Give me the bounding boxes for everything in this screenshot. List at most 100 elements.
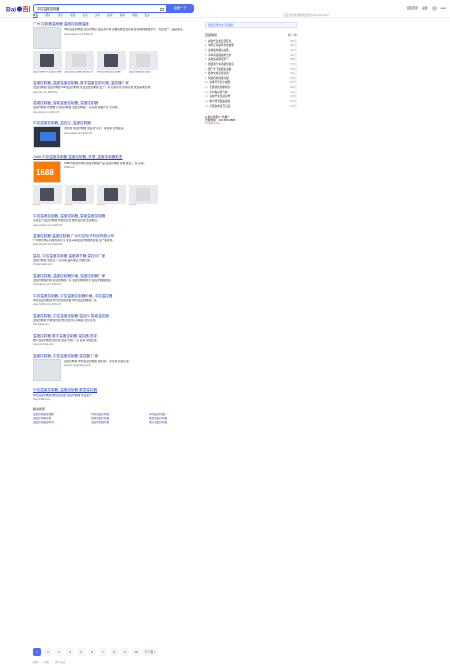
result-title[interactable]: 温度控制器_智能温度控制器_温度控制器 bbox=[33, 101, 203, 105]
hot-search-item[interactable]: 1 两会代表委员话民生 485万 bbox=[205, 40, 297, 43]
hot-search-item[interactable]: 9 科技创新成果亮眼 305万 bbox=[205, 77, 297, 80]
page-5[interactable]: 5 bbox=[77, 648, 85, 656]
result-url[interactable]: www.hc360.com 2022-03 bbox=[33, 303, 203, 306]
result-url[interactable]: b2b.baidu.com bbox=[33, 323, 203, 326]
hot-title[interactable]: 多地迎来降温天气 bbox=[208, 58, 229, 61]
product-card[interactable]: 数显温度控制器 智能温控仪 bbox=[65, 51, 94, 73]
hot-search-item[interactable]: 2 中国空间站开启新篇章 467万 bbox=[205, 44, 297, 47]
result-url[interactable]: www.youkey.com 2022-11 bbox=[64, 33, 185, 36]
product-image[interactable] bbox=[97, 184, 126, 204]
ad-link[interactable]: e.baidu.com bbox=[205, 122, 297, 125]
product-image[interactable] bbox=[65, 51, 94, 71]
product-image[interactable] bbox=[33, 51, 62, 71]
result-title[interactable]: 温度控制器_中控温度控制器 温控仪 智能温控器 bbox=[33, 314, 203, 318]
result-url[interactable]: 1688.com bbox=[64, 166, 146, 169]
related-item[interactable]: 数显温度控制器 bbox=[149, 417, 203, 420]
product-card[interactable]: ¥45.00 bbox=[129, 184, 158, 207]
page-1[interactable]: 1 bbox=[33, 648, 41, 656]
hot-search-item[interactable]: 13 高校毕业生就业季 225万 bbox=[205, 95, 297, 98]
page-9[interactable]: 9 bbox=[121, 648, 129, 656]
hot-title[interactable]: 高校毕业生就业季 bbox=[209, 95, 230, 98]
page-2[interactable]: 2 bbox=[44, 648, 52, 656]
result-title[interactable]: 广州 控制器温度器 温度控制器温度 bbox=[33, 22, 203, 26]
tab-web[interactable]: 网页 bbox=[33, 14, 39, 19]
baidu-logo[interactable]: Bai 百度 bbox=[6, 5, 36, 14]
hot-title[interactable]: 两会代表委员话民生 bbox=[208, 40, 231, 43]
hot-title[interactable]: 全国多地花开正盛 bbox=[209, 105, 230, 108]
search-box[interactable]: 中控温度控制器 bbox=[33, 4, 166, 13]
result-thumbnail-1688[interactable]: 1688 bbox=[33, 160, 61, 183]
refresh-button[interactable]: 换一换 bbox=[288, 33, 297, 38]
page-8[interactable]: 8 bbox=[110, 648, 118, 656]
tab-map[interactable]: 地图 bbox=[132, 14, 137, 18]
camera-icon[interactable] bbox=[160, 7, 164, 11]
product-label[interactable]: 温度控制器 温控仪表 bbox=[129, 71, 158, 74]
hot-search-item[interactable]: 3 多地发布暖心政策 442万 bbox=[205, 49, 297, 52]
hot-title[interactable]: 国产大飞机最新进展 bbox=[208, 68, 231, 71]
result-title[interactable]: 温度控制器_温度控制器价格_温度控制器厂家 bbox=[33, 274, 203, 278]
footer-help[interactable]: 帮助 bbox=[33, 661, 38, 664]
hot-search-item[interactable]: 5 多地迎来降温天气 398万 bbox=[205, 58, 297, 61]
result-title[interactable]: 中控温度控制器_温度控制器 数显温控器 bbox=[33, 388, 203, 392]
page-10[interactable]: 10 bbox=[132, 648, 140, 656]
hot-title[interactable]: 全民健身热潮持续 bbox=[209, 86, 230, 89]
hot-search-item[interactable]: 4 今年春运成绩单出炉 421万 bbox=[205, 54, 297, 57]
related-item[interactable]: pid温度控制器 bbox=[149, 413, 203, 416]
page-3[interactable]: 3 bbox=[55, 648, 63, 656]
result-url[interactable]: www.sadaq.com 2022-07 bbox=[64, 132, 126, 135]
hot-title[interactable]: 今年春运成绩单出炉 bbox=[208, 54, 231, 57]
search-input[interactable]: 中控温度控制器 bbox=[37, 7, 59, 11]
result-title[interactable]: 温度控制器_温度温度控制器_数字温度控制仪器_温控器厂家 bbox=[33, 81, 203, 85]
tab-video[interactable]: 视频 bbox=[70, 14, 75, 18]
product-card[interactable]: ¥120.00 bbox=[97, 184, 126, 207]
related-item[interactable]: 温度控制器接线图 bbox=[33, 413, 87, 416]
related-item[interactable]: 电子温度控制器 bbox=[149, 421, 203, 424]
result-title[interactable]: 中控温度控制器_中控温度控制器价格_中控温控器 bbox=[33, 294, 203, 298]
link-home[interactable]: 百度首页 bbox=[407, 6, 418, 10]
related-item[interactable]: 温度控制器原理 bbox=[33, 417, 87, 420]
result-url[interactable]: zhidao.baidu.com bbox=[33, 263, 203, 266]
product-card[interactable]: ¥58.00 bbox=[33, 184, 62, 207]
tab-zhidao[interactable]: 知道 bbox=[83, 14, 88, 18]
result-thumbnail[interactable] bbox=[33, 27, 61, 50]
tab-tieba[interactable]: 贴吧 bbox=[107, 14, 112, 18]
page-7[interactable]: 7 bbox=[99, 648, 107, 656]
product-label[interactable]: 温度控制器 中控温度控制器 bbox=[33, 71, 62, 74]
hot-search-item[interactable]: 14 数字经济加速发展 208万 bbox=[205, 100, 297, 103]
result-url[interactable]: www.zk-china.com bbox=[33, 343, 203, 346]
search-button[interactable]: 百度一下 bbox=[166, 4, 194, 13]
hot-search-item[interactable]: 10 春季开学安全提醒 287万 bbox=[205, 81, 297, 84]
result-url[interactable]: product.gongchang.com bbox=[64, 364, 132, 367]
product-image[interactable] bbox=[97, 51, 126, 71]
page-4[interactable]: 4 bbox=[66, 648, 74, 656]
tab-wenku[interactable]: 文库 bbox=[95, 14, 100, 18]
product-label[interactable]: 智能温控器 温度控制器 bbox=[97, 71, 126, 74]
hot-search-item[interactable]: 15 全国多地花开正盛 192万 bbox=[205, 105, 297, 108]
product-card[interactable]: 温度控制器 温控仪表 bbox=[129, 51, 158, 73]
tab-more[interactable]: 更多 bbox=[144, 14, 149, 18]
result-thumbnail[interactable] bbox=[33, 126, 61, 149]
hot-title[interactable]: 乡村振兴新气象 bbox=[209, 91, 227, 94]
related-item[interactable]: 中控温度控制器 bbox=[91, 413, 145, 416]
result-title[interactable]: 温度控制器_中控温度控制器 温控器 厂家 bbox=[33, 354, 203, 358]
search-tools[interactable]: 百度为您找到相关结果约100,000,000个 bbox=[283, 14, 330, 17]
hot-title[interactable]: 多地发布暖心政策 bbox=[208, 49, 229, 52]
result-title[interactable]: 温度控制器 温度控制器 广州中控电子科技有限公司 bbox=[33, 234, 203, 238]
next-page-button[interactable]: 下一页 > bbox=[143, 648, 157, 656]
result-thumbnail[interactable] bbox=[33, 359, 61, 382]
result-url[interactable]: www.lishiyu.cn 2022-08 bbox=[33, 111, 203, 114]
product-card[interactable]: ¥86.00 bbox=[65, 184, 94, 207]
page-6[interactable]: 6 bbox=[88, 648, 96, 656]
hot-title[interactable]: 中国空间站开启新篇章 bbox=[208, 44, 234, 47]
hot-search-item[interactable]: 12 乡村振兴新气象 241万 bbox=[205, 91, 297, 94]
hot-title[interactable]: 各地文旅花式揽客 bbox=[208, 72, 229, 75]
hot-search-item[interactable]: 11 全民健身热潮持续 263万 bbox=[205, 86, 297, 89]
hot-search-item[interactable]: 8 各地文旅花式揽客 331万 bbox=[205, 72, 297, 75]
result-title[interactable]: 温度控制器 数字温度控制器 温控器 批发 bbox=[33, 334, 203, 338]
result-title[interactable]: 中控温度控制器_温控仪_温度控制器 bbox=[33, 121, 203, 125]
result-title[interactable]: 1688 中控温度控制器 温度控制器_货源_温度控制器批发 bbox=[33, 155, 203, 159]
related-item[interactable]: 温度控制器说明书 bbox=[33, 421, 87, 424]
tab-news[interactable]: 资讯 bbox=[58, 14, 63, 18]
tab-caigou[interactable]: 采购 bbox=[120, 14, 125, 18]
product-image[interactable] bbox=[129, 51, 158, 71]
